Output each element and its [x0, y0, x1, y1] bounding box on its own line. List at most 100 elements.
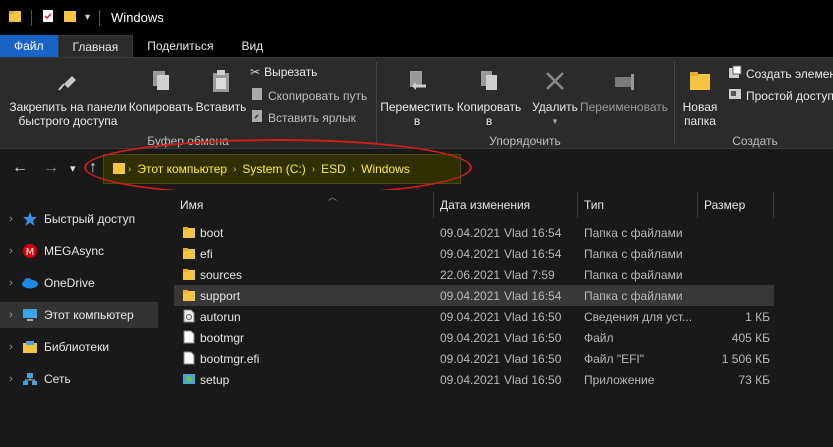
expand-chevron-icon[interactable]: › — [2, 373, 20, 385]
breadcrumb-esd[interactable]: ESD — [321, 162, 346, 176]
file-name: bootmgr.efi — [200, 351, 260, 366]
paste-shortcut-button[interactable]: Вставить ярлык — [250, 109, 356, 126]
new-item-button[interactable]: Создать элемент ▾ — [728, 65, 833, 82]
copy-icon — [128, 68, 194, 97]
nav-item-network[interactable]: › Сеть — [0, 366, 158, 392]
address-bar[interactable]: › Этот компьютер › System (C:) › ESD › W… — [103, 154, 461, 184]
file-type: Папка с файлами — [584, 267, 683, 282]
table-row[interactable]: setup 09.04.2021 Vlad 16:50 Приложение 73 КБ — [174, 369, 774, 390]
breadcrumb-separator-icon: › — [351, 163, 356, 175]
new-folder-icon — [676, 68, 724, 97]
svg-text:M: M — [26, 247, 35, 258]
file-size: 73 КБ — [738, 372, 770, 387]
paste-button[interactable]: Вставить — [194, 68, 248, 114]
file-name: autorun — [200, 309, 241, 324]
table-row[interactable]: bootmgr.efi 09.04.2021 Vlad 16:50 Файл "EFI… — [174, 348, 774, 369]
tab-home[interactable]: Главная — [57, 35, 134, 57]
file-time: Vlad 16:54 — [504, 288, 562, 303]
create-group-label: Создать — [732, 134, 778, 148]
column-header-type[interactable]: Тип — [578, 192, 698, 218]
file-icon — [182, 330, 196, 347]
file-name: efi — [200, 246, 213, 261]
easy-access-button[interactable]: Простой доступ ▾ — [728, 87, 833, 104]
copy-button[interactable]: Копировать — [128, 68, 194, 114]
rename-button[interactable]: Переименовать — [578, 68, 670, 114]
file-name: bootmgr — [200, 330, 245, 345]
expand-chevron-icon[interactable]: › — [2, 277, 20, 289]
folder-icon — [182, 246, 196, 263]
new-folder-button[interactable]: Новая папка — [676, 68, 724, 128]
nav-item-quick-access[interactable]: › Быстрый доступ — [0, 206, 158, 232]
tab-view[interactable]: Вид — [227, 35, 277, 57]
back-arrow-icon[interactable]: ← — [12, 159, 28, 177]
file-date: 09.04.2021 — [440, 330, 501, 345]
cut-button[interactable]: ✂ Вырезать — [250, 65, 317, 79]
file-date: 09.04.2021 — [440, 309, 501, 324]
up-arrow-icon[interactable]: ↑ — [89, 159, 97, 177]
folder-icon — [8, 9, 22, 26]
file-date: 09.04.2021 — [440, 288, 501, 303]
table-row[interactable]: autorun 09.04.2021 Vlad 16:50 Сведения для … — [174, 306, 774, 327]
table-row[interactable]: sources 22.06.2021 Vlad 7:59 Папка с файлам… — [174, 264, 774, 285]
customize-dropdown-icon[interactable]: ▾ — [85, 12, 90, 23]
expand-chevron-icon[interactable]: › — [2, 245, 20, 257]
breadcrumb-windows[interactable]: Windows — [361, 162, 410, 176]
file-type: Папка с файлами — [584, 288, 683, 303]
file-time: Vlad 16:50 — [504, 351, 562, 366]
column-header-name[interactable]: Имя — [174, 192, 434, 218]
ribbon: Закрепить на панели быстрого доступа Коп… — [0, 57, 833, 149]
file-date: 09.04.2021 — [440, 351, 501, 366]
computer-icon — [20, 308, 40, 322]
tab-file[interactable]: Файл — [0, 35, 58, 57]
table-row[interactable]: boot 09.04.2021 Vlad 16:54 Папка с файлами — [174, 222, 774, 243]
breadcrumb-separator-icon: › — [128, 163, 132, 175]
copy-path-icon — [250, 87, 264, 104]
pin-quick-access-button[interactable]: Закрепить на панели быстрого доступа — [6, 68, 130, 128]
file-type: Файл "EFI" — [584, 351, 645, 366]
new-folder-icon[interactable] — [63, 9, 77, 26]
breadcrumb-drive[interactable]: System (C:) — [242, 162, 305, 176]
expand-chevron-icon[interactable]: › — [2, 213, 20, 225]
table-row[interactable]: support 09.04.2021 Vlad 16:54 Папка с файла… — [174, 285, 774, 306]
nav-item-onedrive[interactable]: › OneDrive — [0, 270, 158, 296]
folder-icon — [182, 288, 196, 305]
delete-button[interactable]: Удалить ▾ — [528, 68, 582, 128]
table-row[interactable]: bootmgr 09.04.2021 Vlad 16:50 Файл 405 КБ — [174, 327, 774, 348]
tab-share[interactable]: Поделиться — [133, 35, 227, 57]
clipboard-group-label: Буфер обмена — [147, 134, 229, 148]
file-type: Файл — [584, 330, 614, 345]
nav-item-libraries[interactable]: › Библиотеки — [0, 334, 158, 360]
file-time: Vlad 16:54 — [504, 225, 562, 240]
properties-icon[interactable] — [41, 9, 55, 26]
copy-label: Копировать — [128, 100, 194, 114]
quick-access-toolbar: ▾ — [8, 9, 101, 26]
move-to-button[interactable]: Переместить в — [380, 68, 454, 128]
expand-chevron-icon[interactable]: › — [2, 341, 20, 353]
move-to-icon — [380, 68, 454, 97]
nav-item-megasync[interactable]: › M MEGAsync — [0, 238, 158, 264]
ribbon-tabs: Файл Главная Поделиться Вид — [0, 35, 833, 57]
table-row[interactable]: efi 09.04.2021 Vlad 16:54 Папка с файлами — [174, 243, 774, 264]
column-header-size[interactable]: Размер — [698, 192, 774, 218]
column-header-date[interactable]: Дата изменения — [434, 192, 578, 218]
forward-arrow-icon[interactable]: → — [43, 159, 59, 177]
folder-icon — [182, 267, 196, 284]
navigation-pane: › Быстрый доступ › M MEGAsync › OneDrive… — [0, 190, 160, 447]
copy-to-label-2: в — [485, 114, 493, 128]
recent-locations-chevron-icon[interactable]: ▾ — [70, 162, 76, 175]
breadcrumb-this-pc[interactable]: Этот компьютер — [137, 162, 227, 176]
file-type: Приложение — [584, 372, 655, 387]
file-name: sources — [200, 267, 243, 282]
organize-group-label: Упорядочить — [489, 134, 561, 148]
copy-to-button[interactable]: Копировать в — [454, 68, 524, 128]
expand-chevron-icon[interactable]: › — [2, 309, 20, 321]
file-date: 22.06.2021 — [440, 267, 501, 282]
setup-icon — [182, 372, 196, 389]
file-name: setup — [200, 372, 230, 387]
star-icon — [20, 211, 40, 227]
title-bar: ▾ Windows — [0, 0, 833, 35]
new-folder-label-2: папка — [684, 114, 716, 128]
nav-item-this-pc[interactable]: › Этот компьютер — [0, 302, 158, 328]
paste-shortcut-icon — [250, 109, 264, 126]
copy-path-button[interactable]: Скопировать путь — [250, 87, 367, 104]
